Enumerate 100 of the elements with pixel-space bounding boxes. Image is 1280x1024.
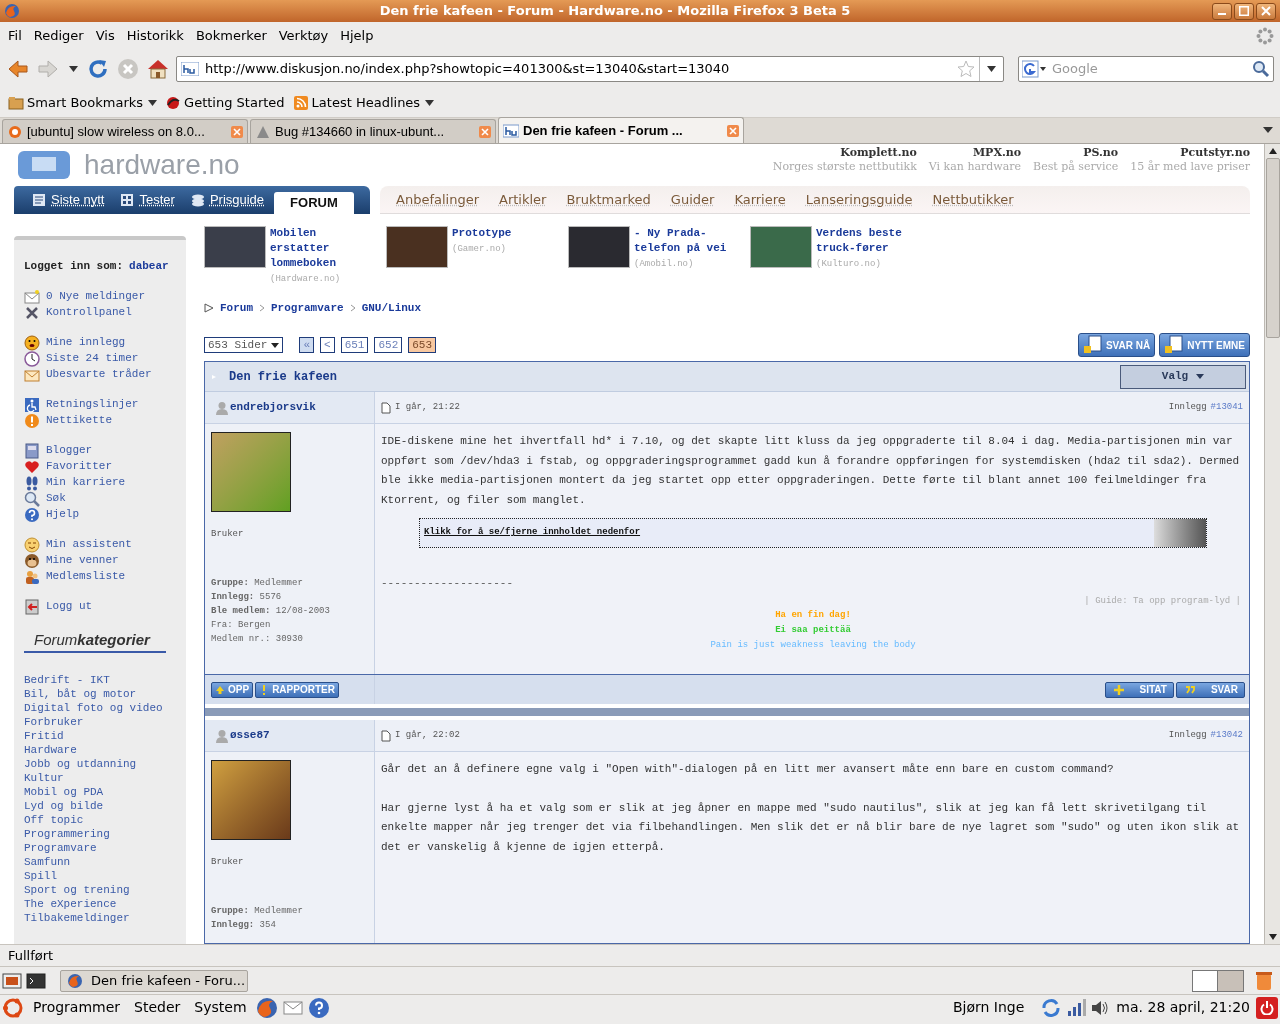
category-link[interactable]: Programvare (24, 841, 186, 855)
nav-link[interactable]: Lanseringsguide (805, 189, 913, 210)
panel-menu[interactable]: Steder (129, 997, 186, 1018)
post-number-link[interactable]: #13042 (1210, 728, 1243, 743)
category-link[interactable]: Off topic (24, 813, 186, 827)
nav-tab[interactable]: Prisguide (184, 186, 271, 214)
post-action-button[interactable]: SITAT (1104, 681, 1174, 698)
tab[interactable]: Bug #134660 in linux-ubunt... (250, 119, 496, 143)
nav-link[interactable]: Guider (670, 189, 715, 210)
bookmark-item[interactable]: Smart Bookmarks (6, 92, 160, 113)
panel-menu[interactable]: System (189, 997, 252, 1018)
sidebar-link[interactable]: Blogger (24, 442, 186, 459)
post-number-link[interactable]: #13041 (1210, 400, 1243, 415)
maximize-button[interactable] (1234, 2, 1254, 20)
menu-item[interactable]: Verktøy (272, 26, 335, 46)
menu-item[interactable]: Bokmerker (189, 26, 273, 46)
nav-tab[interactable]: FORUM (274, 192, 354, 214)
action-button[interactable]: NYTT EMNE (1159, 333, 1250, 357)
shop-name[interactable]: Pcutstyr.no (1180, 146, 1250, 160)
news-link[interactable]: - Ny Prada-telefon på vei (634, 226, 736, 256)
sidebar-link[interactable]: 0 Nye meldinger (24, 288, 186, 305)
category-link[interactable]: The eXperience (24, 897, 186, 911)
post-action-button[interactable]: RAPPORTER (255, 681, 339, 698)
nav-link[interactable]: Anbefalinger (396, 189, 479, 210)
category-link[interactable]: Lyd og bilde (24, 799, 186, 813)
breadcrumb-link[interactable]: Forum (220, 299, 253, 317)
sidebar-link[interactable]: Mine venner (24, 552, 186, 569)
page-button[interactable]: 651 (340, 337, 369, 353)
previous-page-button[interactable]: < (320, 337, 335, 353)
category-link[interactable]: Jobb og utdanning (24, 757, 186, 771)
panel-menu[interactable]: Programmer (28, 997, 126, 1018)
bookmark-item[interactable]: Getting Started (163, 92, 287, 113)
nav-link[interactable]: Bruktmarked (566, 189, 651, 210)
close-tab-button[interactable] (479, 125, 491, 138)
sidebar-link[interactable]: Min assistent (24, 536, 186, 553)
sidebar-link[interactable]: Nettikette (24, 412, 186, 429)
category-link[interactable]: Mobil og PDA (24, 785, 186, 799)
pages-dropdown[interactable]: 653 Sider (204, 337, 284, 353)
username-link[interactable]: dabear (129, 258, 169, 275)
sidebar-link[interactable]: Ubesvarte tråder (24, 366, 186, 383)
nav-link[interactable]: Karriere (734, 189, 786, 210)
options-button[interactable]: Valg (1120, 364, 1246, 389)
category-link[interactable]: Sport og trening (24, 883, 186, 897)
shutdown-button[interactable] (1256, 996, 1278, 1019)
menu-item[interactable]: Vis (89, 26, 121, 46)
close-button[interactable] (1256, 2, 1276, 20)
tab[interactable]: [ubuntu] slow wireless on 8.0... (2, 119, 248, 143)
menu-item[interactable]: Rediger (27, 26, 90, 46)
sidebar-link[interactable]: Siste 24 timer (24, 350, 186, 367)
shop-name[interactable]: MPX.no (972, 146, 1022, 160)
category-link[interactable]: Digital foto og video (24, 701, 186, 715)
scrollbar-thumb[interactable] (1265, 158, 1280, 338)
sidebar-link[interactable]: Mine innlegg (24, 334, 186, 351)
page-button[interactable]: 653 (408, 337, 437, 353)
workspace-switcher[interactable] (1192, 969, 1244, 992)
close-tab-button[interactable] (727, 124, 739, 137)
category-link[interactable]: Spill (24, 869, 186, 883)
sidebar-link[interactable]: Favoritter (24, 458, 186, 475)
page-button[interactable]: 652 (374, 337, 403, 353)
category-link[interactable]: Bil, båt og motor (24, 687, 186, 701)
menu-item[interactable]: Fil (2, 26, 28, 46)
menu-item[interactable]: Hjelp (334, 26, 380, 46)
shop-name[interactable]: PS.no (1083, 146, 1119, 160)
sidebar-link[interactable]: Kontrollpanel (24, 304, 186, 321)
menu-item[interactable]: Historikk (120, 26, 190, 46)
sidebar-link[interactable]: Hjelp (24, 506, 186, 523)
breadcrumb-link[interactable]: Programvare (271, 299, 344, 317)
breadcrumb-link[interactable]: GNU/Linux (361, 299, 422, 317)
shop-name[interactable]: Komplett.no (840, 146, 917, 160)
nav-link[interactable]: Artikler (499, 189, 547, 210)
category-link[interactable]: Forbruker (24, 715, 186, 729)
minimize-button[interactable] (1212, 2, 1232, 20)
sidebar-link[interactable]: Logg ut (24, 598, 186, 615)
category-link[interactable]: Kultur (24, 771, 186, 785)
spoiler-link[interactable]: Klikk for å se/fjerne innholdet nedenfor (424, 523, 1154, 543)
news-link[interactable]: Prototype (452, 226, 554, 241)
category-link[interactable]: Samfunn (24, 855, 186, 869)
search-field[interactable]: Google (1018, 56, 1274, 82)
action-button[interactable]: SVAR NÅ (1077, 333, 1156, 357)
tab[interactable]: Den frie kafeen - Forum ... (498, 117, 744, 143)
post-action-button[interactable]: SVAR (1175, 681, 1245, 698)
post-action-button[interactable]: OPP (211, 681, 254, 698)
sidebar-link[interactable]: Retningslinjer (24, 396, 186, 413)
author-link[interactable]: øsse87 (230, 727, 270, 744)
taskbar-window-button[interactable]: Den frie kafeen - Foru... (60, 969, 248, 992)
sidebar-link[interactable]: Min karriere (24, 474, 186, 491)
bookmark-item[interactable]: Latest Headlines (290, 92, 437, 113)
sidebar-link[interactable]: Søk (24, 490, 186, 507)
url-field[interactable]: http://www.diskusjon.no/index.php?showtopic=401300&st=13040&start=13040 (176, 56, 1004, 82)
nav-tab[interactable]: Tester (114, 186, 181, 214)
category-link[interactable]: Fritid (24, 729, 186, 743)
close-tab-button[interactable] (231, 125, 243, 138)
category-link[interactable]: Hardware (24, 743, 186, 757)
nav-tab[interactable]: Siste nytt (26, 186, 111, 214)
news-link[interactable]: Verdens beste truck-fører (816, 226, 918, 256)
news-link[interactable]: Mobilen erstatter lommeboken (270, 226, 372, 271)
category-link[interactable]: Bedrift - IKT (24, 673, 186, 687)
nav-link[interactable]: Nettbutikker (932, 189, 1014, 210)
sidebar-link[interactable]: Medlemsliste (24, 568, 186, 585)
category-link[interactable]: Tilbakemeldinger (24, 911, 186, 925)
